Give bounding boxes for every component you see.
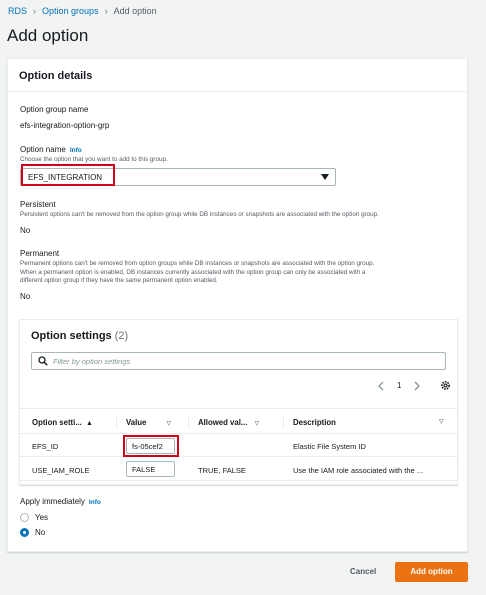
sort-icon: ▽	[166, 421, 172, 427]
column-divider	[116, 415, 117, 429]
option-name-label: Option name Info	[20, 145, 82, 154]
gear-icon[interactable]	[440, 380, 451, 391]
column-divider	[283, 415, 284, 429]
apply-info-link[interactable]: Info	[89, 499, 101, 506]
option-settings-title-text: Option settings	[31, 330, 112, 342]
permanent-value: No	[20, 292, 31, 301]
panel-header: Option details	[8, 59, 467, 92]
persistent-description: Persistent options can't be removed from…	[20, 211, 379, 218]
setting-description: Elastic File System ID	[293, 442, 366, 451]
option-settings-container: Option settings (2) Filter by option set…	[19, 319, 458, 485]
radio-yes-label[interactable]: Yes	[35, 513, 48, 522]
sort-icon: ▽	[254, 421, 260, 427]
table-header: Option setti... ▲ Value ▽ Allowed val...…	[20, 408, 457, 434]
permanent-description-line-3: different option group if they have the …	[20, 277, 218, 284]
option-settings-title: Option settings (2)	[31, 330, 128, 342]
use-iam-role-value-input[interactable]: FALSE	[126, 461, 175, 477]
breadcrumb: RDS › Option groups › Add option	[8, 6, 157, 16]
chevron-right-icon: ›	[104, 6, 108, 16]
apply-immediately-label: Apply immediately Info	[20, 497, 101, 506]
column-header-option-setting[interactable]: Option setti... ▲	[32, 418, 93, 427]
panel-title: Option details	[19, 70, 93, 82]
column-header-value[interactable]: Value ▽	[126, 418, 171, 427]
filter-input[interactable]: Filter by option settings	[31, 352, 446, 370]
page-number[interactable]: 1	[397, 381, 401, 390]
persistent-label: Persistent	[20, 200, 56, 209]
sort-ascending-icon: ▲	[85, 420, 93, 427]
setting-name: USE_IAM_ROLE	[32, 466, 90, 475]
table-row: USE_IAM_ROLE FALSE TRUE, FALSE Use the I…	[20, 458, 457, 481]
option-group-name-label: Option group name	[20, 105, 89, 114]
apply-immediately-label-text: Apply immediately	[20, 497, 85, 506]
persistent-value: No	[20, 226, 31, 235]
add-option-button[interactable]: Add option	[395, 562, 468, 582]
caret-down-icon	[321, 174, 329, 180]
permanent-description-line-2: When a permanent option is enabled, DB i…	[20, 268, 366, 276]
chevron-right-icon: ›	[33, 6, 37, 16]
option-settings-count: (2)	[114, 330, 129, 342]
radio-no[interactable]	[20, 528, 29, 537]
highlight-box-efs-id	[123, 435, 179, 457]
permanent-label: Permanent	[20, 249, 60, 258]
permanent-description-line-1: Permanent options can't be removed from …	[20, 260, 375, 267]
setting-description: Use the IAM role associated with the ...	[293, 466, 424, 475]
setting-name: EFS_ID	[32, 442, 59, 451]
table-row: EFS_ID fs-05cef2 Elastic File System ID	[20, 434, 457, 457]
breadcrumb-current: Add option	[113, 6, 157, 16]
page-title: Add option	[7, 26, 89, 45]
column-header-allowed-values[interactable]: Allowed val... ▽	[198, 418, 259, 427]
option-group-name-value: efs-integration-option-grp	[20, 121, 110, 130]
search-icon	[38, 356, 48, 366]
option-name-label-text: Option name	[20, 145, 66, 154]
option-name-info-link[interactable]: Info	[70, 147, 82, 154]
chevron-right-icon[interactable]	[413, 381, 421, 391]
allowed-values: TRUE, FALSE	[198, 466, 246, 475]
radio-no-label[interactable]: No	[35, 528, 45, 537]
radio-yes[interactable]	[20, 513, 29, 522]
chevron-left-icon[interactable]	[377, 381, 385, 391]
breadcrumb-rds-link[interactable]: RDS	[8, 6, 27, 16]
filter-placeholder: Filter by option settings	[53, 357, 131, 366]
sort-icon: ▽	[439, 419, 444, 425]
cancel-button[interactable]: Cancel	[350, 567, 376, 576]
column-divider	[188, 415, 189, 429]
column-header-description[interactable]: Description	[293, 418, 336, 427]
breadcrumb-option-groups-link[interactable]: Option groups	[42, 6, 99, 16]
highlight-box-option-name	[21, 164, 115, 186]
option-details-panel: Option details Option group name efs-int…	[7, 58, 468, 552]
